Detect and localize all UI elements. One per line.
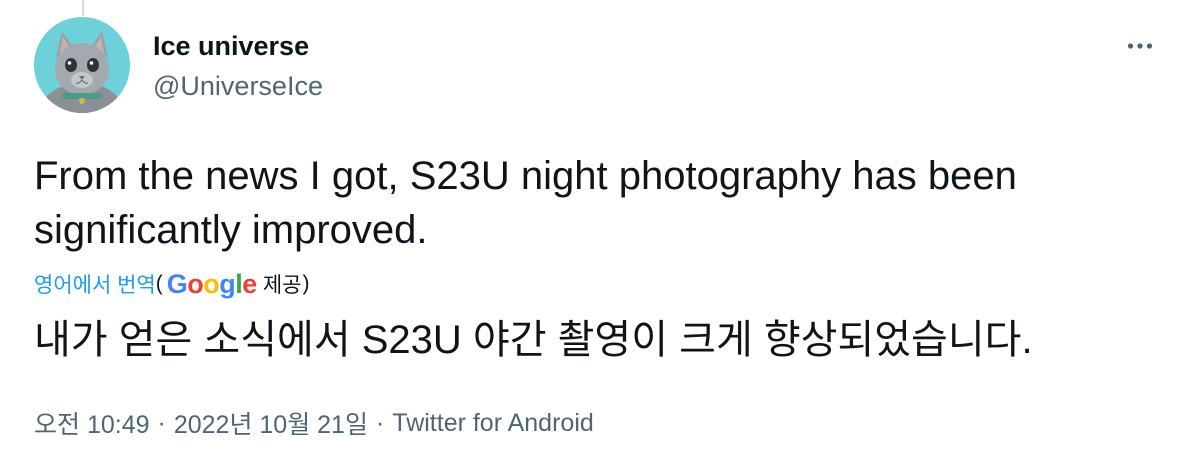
- provided-by-label: 제공: [262, 274, 302, 297]
- author-handle[interactable]: @UniverseIce: [153, 70, 323, 102]
- tweet-text: From the news I got, S23U night photogra…: [34, 149, 1174, 257]
- author-display-name[interactable]: Ice universe: [153, 30, 309, 62]
- tweet-text-line: significantly improved.: [34, 208, 428, 252]
- more-options-button[interactable]: [1118, 28, 1162, 64]
- meta-separator: ·: [375, 408, 385, 437]
- tweet-source[interactable]: Twitter for Android: [392, 409, 593, 438]
- open-paren: (: [155, 272, 163, 295]
- cat-avatar-icon: [34, 17, 130, 113]
- close-paren: ): [302, 272, 310, 295]
- translation-attribution: 영어에서 번역 ( Google 제공 ): [34, 266, 309, 302]
- meta-separator: ·: [157, 408, 166, 437]
- translated-from-link[interactable]: 영어에서 번역: [34, 269, 156, 299]
- tweet-date[interactable]: 2022년 10월 21일: [174, 405, 368, 441]
- thread-connector-line: [82, 0, 84, 16]
- tweet-metadata: 오전 10:49 · 2022년 10월 21일 · Twitter for A…: [34, 405, 594, 441]
- author-avatar[interactable]: [34, 17, 130, 113]
- google-logo: Google: [166, 268, 258, 299]
- tweet-time[interactable]: 오전 10:49: [34, 405, 150, 441]
- more-horizontal-icon: [1127, 43, 1153, 49]
- translated-tweet-text: 내가 얻은 소식에서 S23U 야간 촬영이 크게 향상되었습니다.: [34, 318, 1033, 362]
- tweet-text-line: From the news I got, S23U night photogra…: [34, 154, 1017, 198]
